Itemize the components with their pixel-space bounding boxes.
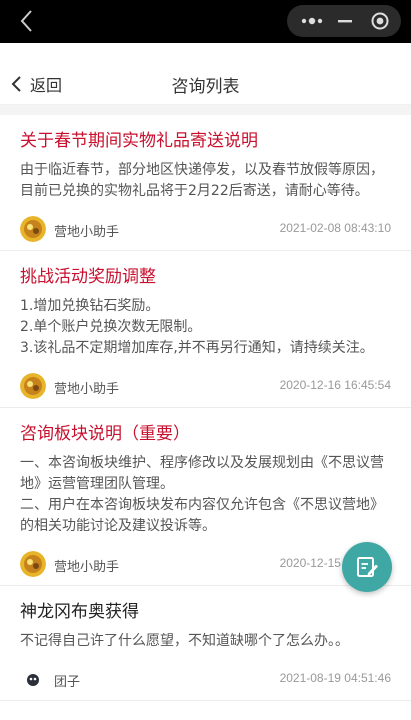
page-title: 咨询列表: [171, 77, 240, 97]
author-name: 营地小助手: [54, 560, 120, 575]
new-post-button[interactable]: [342, 542, 392, 592]
miniprogram-capsule: [287, 5, 401, 37]
post-title: 关于春节期间实物礼品寄送说明: [20, 131, 258, 151]
list-item[interactable]: 挑战活动奖励调整 1.增加兑换钻石奖励。 2.单个账户兑换次数无限制。 3.该礼…: [0, 265, 411, 408]
close-target-icon[interactable]: [371, 12, 389, 30]
author-name: 营地小助手: [54, 382, 120, 397]
list-item[interactable]: 神龙冈布奥获得 不记得自己许了什么愿望，不知道缺哪个了怎么办。。 团子 2021…: [0, 600, 411, 701]
post-excerpt: 一、本咨询板块维护、程序修改以及发展规划由《不思议营地》运营管理团队管理。 二、…: [20, 455, 384, 534]
post-meta: 营地小助手 2020-12-16 16:45:54: [20, 367, 391, 407]
post-excerpt: 由于临近春节，部分地区快递停发，以及春节放假等原因，目前已兑换的实物礼品将于2月…: [20, 162, 384, 199]
post-time: 2020-12-16 16:45:54: [279, 378, 391, 392]
post-title: 神龙冈布奥获得: [20, 602, 139, 622]
post-title: 挑战活动奖励调整: [20, 267, 156, 287]
back-chevron-icon[interactable]: [16, 8, 38, 34]
post-title: 咨询板块说明（重要）: [20, 424, 190, 444]
avatar: [20, 216, 46, 242]
post-excerpt: 不记得自己许了什么愿望，不知道缺哪个了怎么办。。: [20, 633, 349, 649]
edit-note-icon: [357, 557, 378, 577]
system-top-bar: [0, 0, 411, 43]
avatar: [20, 551, 46, 577]
more-dots-icon[interactable]: [300, 12, 324, 30]
post-meta: 营地小助手 2021-02-08 08:43:10: [20, 210, 391, 250]
minimize-icon[interactable]: [337, 12, 353, 30]
post-meta: 团子 2021-08-19 04:51:46: [20, 660, 391, 700]
post-list: 关于春节期间实物礼品寄送说明 由于临近春节，部分地区快递停发，以及春节放假等原因…: [0, 115, 411, 701]
author-name: 营地小助手: [54, 225, 120, 240]
post-meta: 营地小助手 2020-12-15 16:43:12: [20, 545, 391, 585]
post-time: 2021-08-19 04:51:46: [279, 671, 391, 685]
author-name: 团子: [54, 675, 81, 690]
avatar: [20, 666, 46, 692]
post-excerpt: 1.增加兑换钻石奖励。 2.单个账户兑换次数无限制。 3.该礼品不定期增加库存,…: [20, 298, 374, 356]
list-item[interactable]: 关于春节期间实物礼品寄送说明 由于临近春节，部分地区快递停发，以及春节放假等原因…: [0, 129, 411, 251]
section-gap: [0, 105, 411, 115]
post-time: 2021-02-08 08:43:10: [279, 221, 391, 235]
nav-bar: 返回 咨询列表: [0, 43, 411, 105]
avatar: [20, 373, 46, 399]
